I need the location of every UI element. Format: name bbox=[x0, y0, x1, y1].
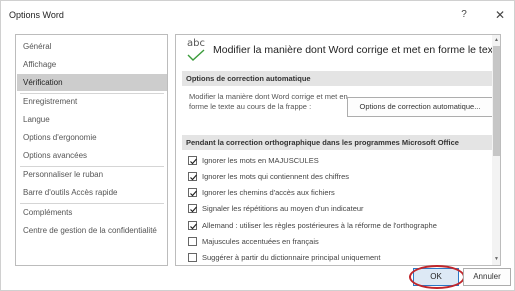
checkbox[interactable] bbox=[188, 221, 197, 230]
window-title: Options Word bbox=[9, 10, 64, 20]
option-label: Signaler les répétitions au moyen d'un i… bbox=[202, 204, 364, 213]
nav-item-add-ins[interactable]: Compléments bbox=[17, 204, 167, 221]
scroll-down-arrow-icon[interactable]: ▼ bbox=[492, 255, 500, 264]
checkbox[interactable] bbox=[188, 204, 197, 213]
checkbox[interactable] bbox=[188, 253, 197, 262]
nav-item-customize-ribbon[interactable]: Personnaliser le ruban bbox=[17, 166, 167, 183]
nav-item-general[interactable]: Général bbox=[17, 38, 167, 55]
nav-item-proofing[interactable]: Vérification bbox=[17, 74, 167, 91]
title-bar: Options Word ? ✕ bbox=[1, 1, 515, 28]
option-label: Suggérer à partir du dictionnaire princi… bbox=[202, 253, 381, 262]
annotation-circle bbox=[409, 265, 465, 289]
autocorrect-section-title: Options de correction automatique bbox=[182, 71, 496, 86]
autocorrect-options-button[interactable]: Options de correction automatique... bbox=[347, 97, 493, 117]
checkbox[interactable] bbox=[188, 237, 197, 246]
nav-item-advanced[interactable]: Options avancées bbox=[17, 147, 167, 164]
proofing-panel: abc Modifier la manière dont Word corrig… bbox=[175, 34, 501, 266]
ok-button[interactable]: OK bbox=[409, 265, 465, 289]
autocorrect-description: Modifier la manière dont Word corrige et… bbox=[189, 92, 348, 111]
nav-item-accessibility[interactable]: Options d'ergonomie bbox=[17, 129, 167, 146]
panel-header-text: Modifier la manière dont Word corrige et… bbox=[213, 44, 501, 56]
checkbox[interactable] bbox=[188, 188, 197, 197]
cancel-button[interactable]: Annuler bbox=[463, 268, 511, 286]
option-label: Ignorer les mots qui contiennent des chi… bbox=[202, 172, 350, 181]
spelling-section-title: Pendant la correction orthographique dan… bbox=[182, 135, 496, 150]
vertical-scrollbar[interactable]: ▲ ▼ bbox=[492, 35, 500, 265]
options-dialog: Options Word ? ✕ Général Affichage Vérif… bbox=[0, 0, 515, 291]
help-button[interactable]: ? bbox=[455, 6, 473, 24]
category-nav: Général Affichage Vérification Enregistr… bbox=[15, 34, 168, 266]
checkbox[interactable] bbox=[188, 172, 197, 181]
nav-item-language[interactable]: Langue bbox=[17, 111, 167, 128]
scroll-thumb[interactable] bbox=[493, 46, 500, 156]
nav-item-trust-center[interactable]: Centre de gestion de la confidentialité bbox=[17, 222, 167, 239]
option-label: Ignorer les chemins d'accès aux fichiers bbox=[202, 188, 335, 197]
nav-item-quick-access-toolbar[interactable]: Barre d'outils Accès rapide bbox=[17, 184, 167, 201]
option-label: Allemand : utiliser les règles postérieu… bbox=[202, 221, 437, 230]
abc-checkmark-icon: abc bbox=[186, 38, 208, 62]
checkbox[interactable] bbox=[188, 156, 197, 165]
scroll-up-arrow-icon[interactable]: ▲ bbox=[492, 36, 500, 45]
option-label: Majuscules accentuées en français bbox=[202, 237, 319, 246]
close-button[interactable]: ✕ bbox=[491, 6, 509, 24]
nav-item-save[interactable]: Enregistrement bbox=[17, 93, 167, 110]
option-label: Ignorer les mots en MAJUSCULES bbox=[202, 156, 319, 165]
nav-item-display[interactable]: Affichage bbox=[17, 56, 167, 73]
